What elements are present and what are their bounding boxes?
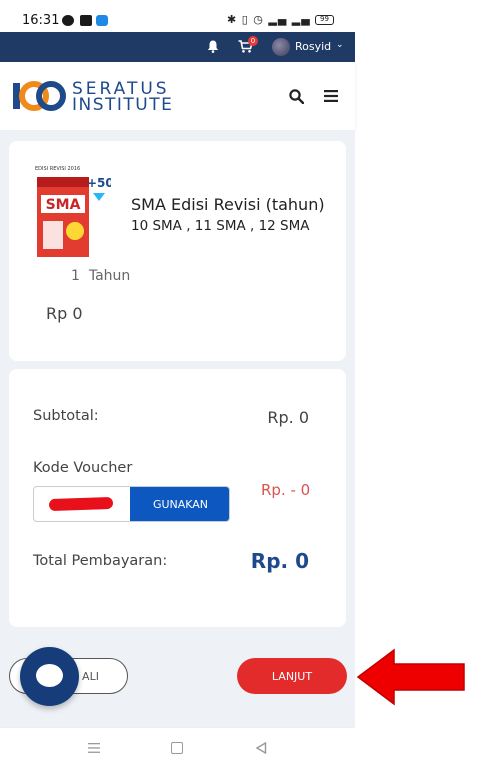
back-triangle-icon[interactable]	[255, 742, 267, 754]
product-price: Rp 0	[46, 304, 83, 323]
mail-notification-icon	[80, 15, 92, 26]
home-icon[interactable]	[171, 742, 183, 754]
voucher-form: GUNAKAN	[33, 486, 230, 522]
apply-voucher-button[interactable]: GUNAKAN	[130, 487, 229, 521]
system-status-icons: ✱ ▯ ◷ ▂▄ ▂▄	[227, 13, 311, 26]
next-button[interactable]: LANJUT	[237, 658, 347, 694]
payment-summary-card: Subtotal: Rp. 0 Kode Voucher GUNAKAN Rp.…	[9, 369, 346, 627]
recent-apps-icon[interactable]	[88, 743, 100, 753]
site-header: SERATUS INSTITUTE	[0, 62, 355, 130]
logo-icon[interactable]	[13, 79, 69, 112]
cart-count-badge: 0	[248, 36, 258, 46]
chat-bubble-tail	[53, 681, 61, 687]
chat-button[interactable]	[20, 647, 79, 706]
cloud-notification-icon	[96, 15, 108, 26]
book-plus-badge: +50	[87, 176, 111, 190]
chevron-down-icon[interactable]: ⌄	[336, 40, 344, 50]
app-top-bar: 0 Rosyid ⌄	[0, 32, 355, 62]
battery-icon: 99	[315, 15, 334, 25]
product-classes: 10 SMA , 11 SMA , 12 SMA	[131, 218, 310, 234]
system-navigation-bar	[0, 727, 355, 768]
logo-text-line2[interactable]: INSTITUTE	[72, 95, 173, 115]
product-card: SMA EDISI REVISI 2016 +50 SMA Edisi Revi…	[9, 141, 346, 361]
hamburger-menu-icon[interactable]	[324, 90, 338, 102]
voucher-label: Kode Voucher	[33, 460, 133, 476]
phone-screen: 16:31 ✱ ▯ ◷ ▂▄ ▂▄ 99 0 Rosyid ⌄ SERATUS …	[0, 0, 482, 768]
subtotal-label: Subtotal:	[33, 408, 99, 424]
redacted-voucher-mark	[48, 496, 114, 512]
product-quantity: 1	[71, 268, 80, 284]
status-time: 16:31	[22, 13, 60, 28]
voucher-discount-value: Rp. - 0	[261, 481, 311, 499]
book-brand-text: SMA	[46, 197, 81, 213]
username-label[interactable]: Rosyid	[295, 40, 331, 53]
red-arrow-annotation	[356, 648, 465, 706]
book-edition-text: EDISI REVISI 2016	[35, 166, 80, 172]
subtotal-value: Rp. 0	[267, 408, 309, 427]
product-duration-unit: Tahun	[88, 268, 131, 284]
back-button-label: ALI	[82, 669, 99, 683]
bell-icon[interactable]	[207, 40, 219, 53]
product-duration: 1 Tahun	[71, 268, 130, 284]
chat-notification-icon	[62, 15, 74, 26]
status-bar: 16:31 ✱ ▯ ◷ ▂▄ ▂▄ 99	[0, 0, 355, 32]
search-icon[interactable]	[289, 89, 304, 104]
total-payment-label: Total Pembayaran:	[33, 553, 168, 569]
total-payment-value: Rp. 0	[250, 549, 309, 573]
product-book-cover-image: SMA EDISI REVISI 2016 +50	[35, 166, 111, 257]
checkout-content: SMA EDISI REVISI 2016 +50 SMA Edisi Revi…	[0, 130, 355, 727]
avatar[interactable]	[272, 38, 290, 56]
product-title: SMA Edisi Revisi (tahun)	[131, 195, 325, 214]
